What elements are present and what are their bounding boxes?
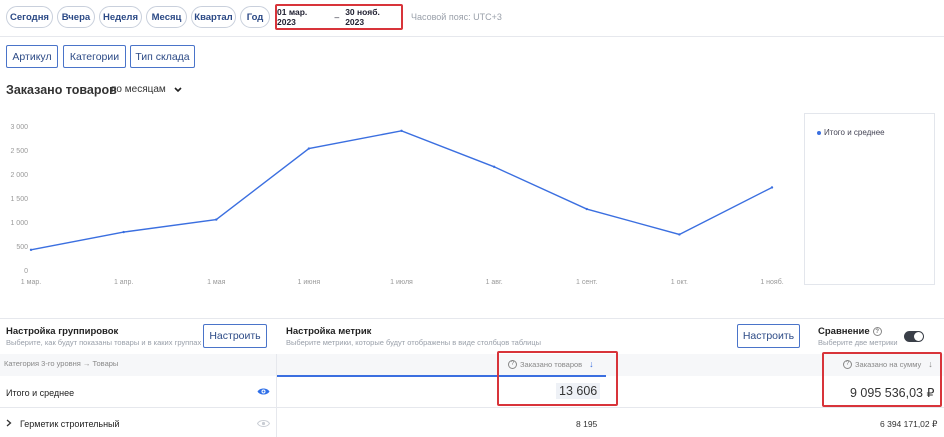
data-point[interactable] xyxy=(770,186,774,189)
date-separator: – xyxy=(334,12,340,22)
row-label[interactable]: Герметик строительный xyxy=(20,419,120,429)
y-tick-label: 500 xyxy=(16,244,28,251)
timezone-label: Часовой пояс: UTC+3 xyxy=(411,12,502,22)
x-tick-label: 1 июля xyxy=(390,279,413,286)
data-point[interactable] xyxy=(122,230,125,234)
header-divider xyxy=(0,36,944,37)
table-header-left: Категория 3-го уровня → Товары xyxy=(0,354,276,376)
x-tick-label: 1 мая xyxy=(207,279,226,286)
chart-title: Заказано товаров xyxy=(6,83,117,97)
data-point[interactable] xyxy=(492,165,496,168)
y-tick-label: 2 000 xyxy=(10,172,28,179)
comparison-title: Сравнение xyxy=(818,326,870,337)
chevron-right-icon[interactable] xyxy=(6,419,12,427)
y-tick-label: 1 500 xyxy=(10,196,28,203)
period-select-value: по месяцам xyxy=(111,84,166,95)
row-qty-value: 8 195 xyxy=(576,419,598,429)
highlight-sum-box xyxy=(822,352,942,407)
y-tick-label: 0 xyxy=(24,268,28,275)
x-tick-label: 1 июня xyxy=(298,279,321,286)
legend-dot-icon xyxy=(817,130,821,135)
x-tick-label: 1 мар. xyxy=(21,279,41,286)
period-month-button[interactable]: Месяц xyxy=(146,6,187,28)
period-yesterday-button[interactable]: Вчера xyxy=(57,6,95,28)
filter-categories-button[interactable]: Категории xyxy=(63,45,126,68)
grouping-title: Настройка группировок xyxy=(6,326,119,337)
period-today-button[interactable]: Сегодня xyxy=(6,6,53,28)
help-icon[interactable]: ? xyxy=(872,327,882,336)
x-tick-label: 1 сент. xyxy=(576,279,598,286)
series-line[interactable] xyxy=(30,130,773,251)
data-point[interactable] xyxy=(585,207,588,211)
eye-icon[interactable] xyxy=(257,387,270,396)
chevron-down-icon xyxy=(174,86,182,92)
metrics-desc: Выберите метрики, которые будут отображе… xyxy=(286,338,542,347)
period-select[interactable]: по месяцам xyxy=(111,84,182,95)
grouping-configure-button[interactable]: Настроить xyxy=(203,324,267,348)
eye-off-icon[interactable] xyxy=(257,419,270,428)
y-tick-label: 1 000 xyxy=(10,220,28,227)
chart-divider xyxy=(0,318,944,319)
data-point[interactable] xyxy=(400,129,403,132)
x-tick-label: 1 авг. xyxy=(486,279,503,286)
date-to: 30 нояб. 2023 xyxy=(345,7,380,27)
highlight-qty-box xyxy=(497,351,618,406)
x-tick-label: 1 апр. xyxy=(114,279,133,286)
legend-item[interactable]: Итого и среднее xyxy=(817,128,885,137)
filter-warehouse-type-button[interactable]: Тип склада xyxy=(130,45,195,68)
orders-line-chart: 3 000 2 500 2 000 1 500 1 000 500 0 1 мар. 1 апр… xyxy=(10,124,783,286)
metrics-configure-button[interactable]: Настроить xyxy=(737,324,800,348)
data-point[interactable] xyxy=(307,147,311,150)
date-from: 01 мар. 2023 xyxy=(277,7,308,27)
x-tick-label: 1 окт. xyxy=(671,279,688,286)
column-divider xyxy=(276,354,277,437)
y-tick-label: 2 500 xyxy=(10,148,28,155)
period-year-button[interactable]: Год xyxy=(240,6,270,28)
y-tick-label: 3 000 xyxy=(10,124,28,131)
period-quarter-button[interactable]: Квартал xyxy=(191,6,236,28)
legend-label: Итого и среднее xyxy=(824,128,885,137)
comparison-title-wrap: Сравнение ? xyxy=(818,326,882,337)
row-sum-value: 6 394 171,02 ₽ xyxy=(880,419,938,429)
period-week-button[interactable]: Неделя xyxy=(99,6,142,28)
filter-article-button[interactable]: Артикул xyxy=(6,45,58,68)
total-row-label: Итого и среднее xyxy=(6,388,75,398)
comparison-toggle[interactable] xyxy=(904,331,924,342)
x-tick-label: 1 нояб. xyxy=(760,278,783,286)
chart-legend: Итого и среднее xyxy=(804,113,935,285)
metrics-title: Настройка метрик xyxy=(286,326,372,337)
grouping-desc: Выберите, как будут показаны товары и в … xyxy=(6,338,202,347)
group-column-header[interactable]: Категория 3-го уровня → Товары xyxy=(4,359,118,368)
data-point[interactable] xyxy=(215,218,218,221)
row-divider xyxy=(0,407,944,408)
date-range-picker[interactable]: 01 мар. 2023 – 30 нояб. 2023 xyxy=(275,4,403,30)
data-point[interactable] xyxy=(678,233,681,236)
data-point[interactable] xyxy=(29,248,33,252)
comparison-desc: Выберите две метрики xyxy=(818,338,898,347)
